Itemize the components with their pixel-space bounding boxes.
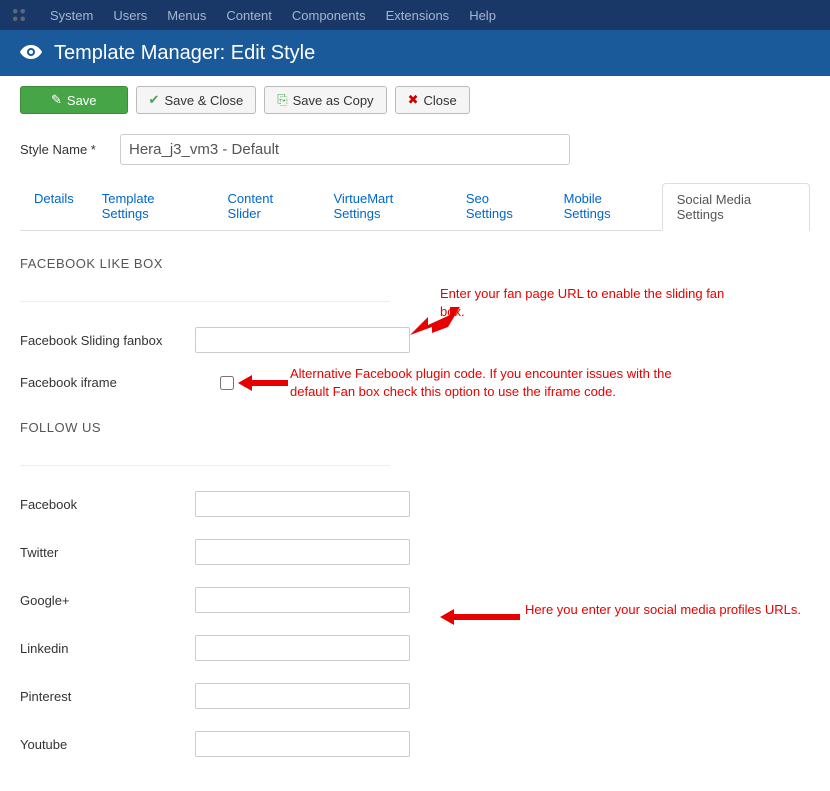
eye-icon xyxy=(20,43,42,64)
menu-extensions[interactable]: Extensions xyxy=(376,8,460,23)
save-copy-button[interactable]: ⎘ Save as Copy xyxy=(264,86,386,114)
twitter-label: Twitter xyxy=(20,545,195,560)
pinterest-label: Pinterest xyxy=(20,689,195,704)
fb-fanbox-input[interactable] xyxy=(195,327,410,353)
youtube-label: Youtube xyxy=(20,737,195,752)
menu-menus[interactable]: Menus xyxy=(157,8,216,23)
fb-fanbox-label: Facebook Sliding fanbox xyxy=(20,333,195,348)
content-area: Style Name * Details Template Settings C… xyxy=(0,124,830,789)
linkedin-label: Linkedin xyxy=(20,641,195,656)
menu-components[interactable]: Components xyxy=(282,8,376,23)
menu-users[interactable]: Users xyxy=(103,8,157,23)
pinterest-row: Pinterest xyxy=(20,683,810,709)
section-follow-us: FOLLOW US xyxy=(20,420,810,435)
tab-mobile-settings[interactable]: Mobile Settings xyxy=(550,183,662,230)
linkedin-row: Linkedin xyxy=(20,635,810,661)
style-name-label: Style Name * xyxy=(20,142,120,157)
tab-template-settings[interactable]: Template Settings xyxy=(88,183,214,230)
annotation-iframe: Alternative Facebook plugin code. If you… xyxy=(290,365,710,401)
toolbar: ✎ Save ✔ Save & Close ⎘ Save as Copy ✖ C… xyxy=(0,76,830,124)
check-icon: ✎ xyxy=(51,92,62,108)
tab-seo-settings[interactable]: Seo Settings xyxy=(452,183,550,230)
check-icon: ✔ xyxy=(149,92,160,108)
cancel-icon: ✖ xyxy=(408,92,419,108)
pinterest-input[interactable] xyxy=(195,683,410,709)
google-input[interactable] xyxy=(195,587,410,613)
arrow-icon xyxy=(440,609,520,625)
style-name-row: Style Name * xyxy=(20,134,810,165)
copy-icon: ⎘ xyxy=(277,92,287,108)
google-label: Google+ xyxy=(20,593,195,608)
twitter-row: Twitter xyxy=(20,539,810,565)
save-label: Save xyxy=(67,93,97,108)
annotation-fanbox: Enter your fan page URL to enable the sl… xyxy=(440,285,740,321)
save-close-label: Save & Close xyxy=(164,93,243,108)
facebook-label: Facebook xyxy=(20,497,195,512)
tab-virtuemart-settings[interactable]: VirtueMart Settings xyxy=(319,183,451,230)
section-facebook-like-box: FACEBOOK LIKE BOX xyxy=(20,256,810,271)
menu-help[interactable]: Help xyxy=(459,8,506,23)
menu-content[interactable]: Content xyxy=(216,8,282,23)
save-close-button[interactable]: ✔ Save & Close xyxy=(136,86,257,114)
close-button[interactable]: ✖ Close xyxy=(395,86,470,114)
facebook-row: Facebook xyxy=(20,491,810,517)
annotation-profiles: Here you enter your social media profile… xyxy=(525,601,815,619)
page-title: Template Manager: Edit Style xyxy=(54,42,315,65)
tab-details[interactable]: Details xyxy=(20,183,88,230)
divider xyxy=(20,301,390,302)
divider xyxy=(20,465,390,466)
youtube-input[interactable] xyxy=(195,731,410,757)
fb-iframe-label: Facebook iframe xyxy=(20,375,195,390)
tab-social-media-settings[interactable]: Social Media Settings xyxy=(662,183,810,231)
save-copy-label: Save as Copy xyxy=(293,93,374,108)
facebook-input[interactable] xyxy=(195,491,410,517)
menubar: System Users Menus Content Components Ex… xyxy=(0,0,830,30)
titlebar: Template Manager: Edit Style xyxy=(0,30,830,76)
tab-content-slider[interactable]: Content Slider xyxy=(214,183,320,230)
menu-system[interactable]: System xyxy=(40,8,103,23)
linkedin-input[interactable] xyxy=(195,635,410,661)
youtube-row: Youtube xyxy=(20,731,810,757)
close-label: Close xyxy=(423,93,456,108)
save-button[interactable]: ✎ Save xyxy=(20,86,128,114)
twitter-input[interactable] xyxy=(195,539,410,565)
joomla-logo-icon xyxy=(10,6,28,24)
style-name-input[interactable] xyxy=(120,134,570,165)
fb-iframe-checkbox[interactable] xyxy=(220,376,234,390)
tabs: Details Template Settings Content Slider… xyxy=(20,183,810,231)
arrow-icon xyxy=(238,375,288,391)
